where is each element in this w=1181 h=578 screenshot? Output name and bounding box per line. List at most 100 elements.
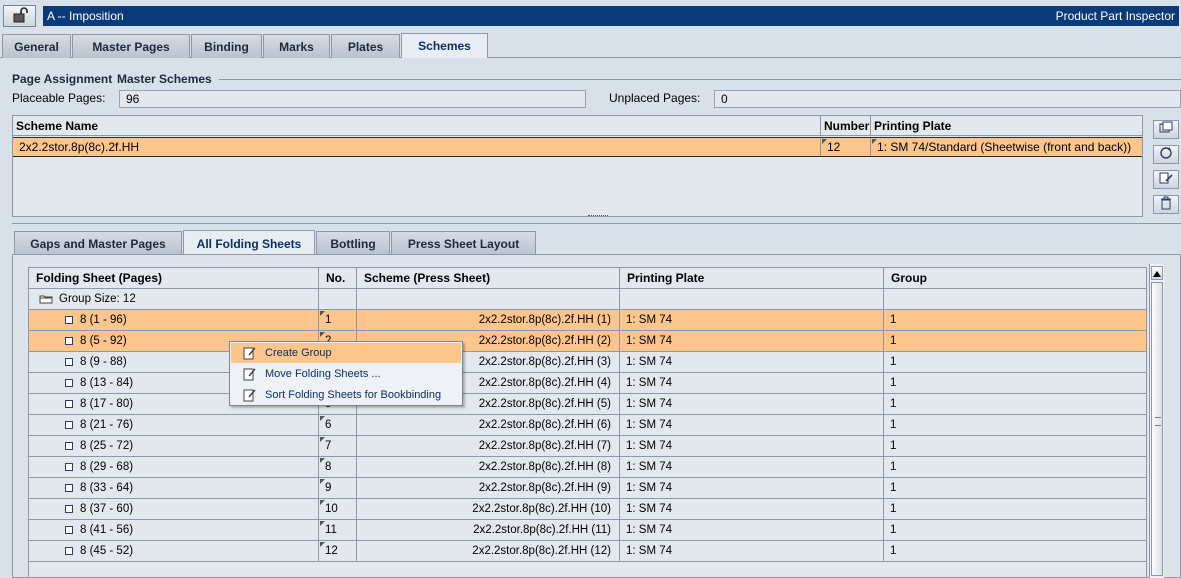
tab-gaps-and-master-pages[interactable]: Gaps and Master Pages [14, 231, 182, 255]
no-cell[interactable]: 1 [319, 310, 357, 330]
group-cell: 1 [890, 503, 897, 515]
pages-cell: 8 (1 - 96) [29, 310, 319, 330]
no-cell[interactable]: 8 [319, 457, 357, 477]
table-row[interactable]: 8 (21 - 76) 6 2x2.2stor.8p(8c).2f.HH (6) 1:… [29, 415, 1146, 436]
table-row[interactable]: 8 (1 - 96) 1 2x2.2stor.8p(8c).2f.HH (1) 1: … [29, 310, 1146, 331]
col-scheme-press-sheet[interactable]: Scheme (Press Sheet) [357, 268, 620, 289]
col-number[interactable]: Number [821, 116, 871, 136]
group-cell: Group Size: 12 [29, 289, 319, 309]
edit-scheme-button[interactable] [1153, 170, 1179, 189]
table-row[interactable]: 8 (41 - 56) 11 2x2.2stor.8p(8c).2f.HH (11)… [29, 520, 1146, 541]
folder-icon [39, 294, 53, 304]
plate-cell: 1: SM 74 [620, 331, 884, 351]
menu-move-label: Move Folding Sheets ... [265, 368, 381, 380]
delete-scheme-button[interactable] [1153, 195, 1179, 214]
plate-cell: 1: SM 74 [620, 415, 884, 435]
row-checkbox[interactable] [65, 421, 73, 429]
plate-cell: 1: SM 74 [620, 394, 884, 414]
plate-cell: 1: SM 74 [620, 520, 884, 540]
no-cell[interactable]: 12 [319, 541, 357, 561]
plate-cell: 1: SM 74 [620, 436, 884, 456]
col-no[interactable]: No. [319, 268, 357, 289]
no-cell[interactable]: 11 [319, 520, 357, 540]
pages-label: 8 (21 - 76) [80, 419, 134, 431]
row-checkbox[interactable] [65, 526, 73, 534]
refresh-scheme-button[interactable] [1153, 145, 1179, 164]
refresh-scheme-icon [1158, 146, 1174, 163]
tab-plates[interactable]: Plates [331, 34, 400, 58]
plate-cell: 1: SM 74 [620, 541, 884, 561]
pages-cell: 8 (41 - 56) [29, 520, 319, 540]
tab-bottling[interactable]: Bottling [316, 231, 390, 255]
menu-move-folding-sheets[interactable]: Move Folding Sheets ... [231, 364, 461, 384]
menu-sort-folding-sheets[interactable]: Sort Folding Sheets for Bookbinding [231, 385, 461, 405]
col-printing-plate[interactable]: Printing Plate [620, 268, 884, 289]
pages-label: 8 (41 - 56) [80, 524, 134, 536]
no-cell[interactable]: 10 [319, 499, 357, 519]
tab-master-pages[interactable]: Master Pages [72, 34, 190, 58]
scheme-cell: 2x2.2stor.8p(8c).2f.HH (8) [357, 457, 620, 477]
no-cell[interactable]: 9 [319, 478, 357, 498]
grip-icon [1155, 417, 1161, 426]
row-checkbox[interactable] [65, 442, 73, 450]
scheme-row[interactable]: 2x2.2stor.8p(8c).2f.HH 12 1: SM 74/Stand… [13, 137, 1142, 157]
main-tab-bar: General Master Pages Binding Marks Plate… [0, 33, 1181, 58]
group-group-cell [884, 289, 1146, 309]
col-folding-sheet[interactable]: Folding Sheet (Pages) [29, 268, 319, 289]
scroll-thumb[interactable] [1151, 282, 1163, 576]
table-row[interactable]: 8 (17 - 80)52x2.2stor.8p(8c).2f.HH (5)1:… [29, 394, 1146, 415]
vertical-scrollbar[interactable] [1149, 264, 1164, 578]
tab-all-folding-sheets[interactable]: All Folding Sheets [183, 230, 315, 256]
tab-press-sheet-layout[interactable]: Press Sheet Layout [391, 231, 536, 255]
row-checkbox[interactable] [65, 463, 73, 471]
col-scheme-name[interactable]: Scheme Name [13, 116, 821, 136]
row-checkbox[interactable] [65, 337, 73, 345]
row-checkbox[interactable] [65, 316, 73, 324]
copy-scheme-icon [1158, 121, 1174, 138]
col-printing-plate[interactable]: Printing Plate [871, 116, 1142, 136]
window-title: A -- Imposition [47, 9, 124, 23]
group-cell: 1 [890, 524, 897, 536]
table-row[interactable]: 8 (9 - 88)32x2.2stor.8p(8c).2f.HH (3)1: … [29, 352, 1146, 373]
edit-icon [243, 367, 257, 381]
no-cell[interactable]: 6 [319, 415, 357, 435]
tab-binding[interactable]: Binding [191, 34, 262, 58]
row-checkbox[interactable] [65, 358, 73, 366]
tab-schemes[interactable]: Schemes [401, 33, 488, 58]
table-row[interactable]: 8 (29 - 68) 8 2x2.2stor.8p(8c).2f.HH (8) 1:… [29, 457, 1146, 478]
col-group[interactable]: Group [884, 268, 1146, 289]
folding-sheets-table: Folding Sheet (Pages) No. Scheme (Press … [28, 267, 1147, 578]
row-checkbox[interactable] [65, 379, 73, 387]
tab-marks[interactable]: Marks [263, 34, 330, 58]
pages-cell: 8 (33 - 64) [29, 478, 319, 498]
group-cell: 1 [890, 419, 897, 431]
pages-label: 8 (1 - 96) [80, 314, 127, 326]
table-row[interactable]: 8 (33 - 64) 9 2x2.2stor.8p(8c).2f.HH (9) 1:… [29, 478, 1146, 499]
menu-create-group[interactable]: Create Group [231, 343, 461, 363]
table-row[interactable]: 8 (5 - 92)22x2.2stor.8p(8c).2f.HH (2)1: … [29, 331, 1146, 352]
row-checkbox[interactable] [65, 484, 73, 492]
scroll-up-button[interactable] [1151, 266, 1163, 280]
pages-label: 8 (17 - 80) [80, 398, 134, 410]
row-checkbox[interactable] [65, 505, 73, 513]
pages-label: 8 (45 - 52) [80, 545, 134, 557]
edit-icon [243, 388, 257, 402]
row-checkbox[interactable] [65, 547, 73, 555]
no-cell[interactable]: 7 [319, 436, 357, 456]
tab-general[interactable]: General [2, 34, 71, 58]
section-divider [219, 79, 1181, 80]
plate-cell: 1: SM 74 [620, 310, 884, 330]
group-cell: 1 [890, 461, 897, 473]
table-row[interactable]: 8 (37 - 60) 10 2x2.2stor.8p(8c).2f.HH (10)… [29, 499, 1146, 520]
table-row[interactable]: 8 (13 - 84)42x2.2stor.8p(8c).2f.HH (4)1:… [29, 373, 1146, 394]
splitter-handle[interactable] [588, 215, 608, 218]
group-row[interactable]: Group Size: 12 [29, 289, 1146, 310]
table-row[interactable]: 8 (25 - 72) 7 2x2.2stor.8p(8c).2f.HH (7) 1:… [29, 436, 1146, 457]
row-checkbox[interactable] [65, 400, 73, 408]
copy-scheme-button[interactable] [1153, 120, 1179, 139]
scheme-plate-cell[interactable]: 1: SM 74/Standard (Sheetwise (front and … [871, 138, 1142, 156]
unlock-button[interactable] [3, 5, 36, 27]
master-schemes-label: Master Schemes [117, 72, 212, 86]
scheme-number-cell[interactable]: 12 [821, 138, 871, 156]
table-row[interactable]: 8 (45 - 52) 12 2x2.2stor.8p(8c).2f.HH (12)… [29, 541, 1146, 562]
